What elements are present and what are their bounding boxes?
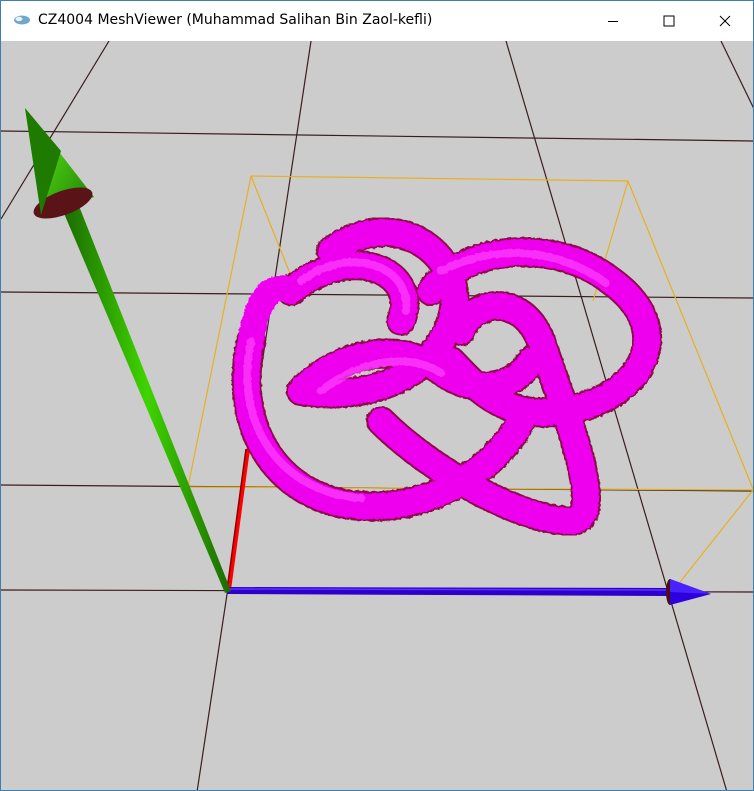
close-icon (719, 15, 731, 27)
y-axis (25, 108, 231, 593)
title-bar[interactable]: CZ4004 MeshViewer (Muhammad Salihan Bin … (1, 1, 753, 41)
grid-line (720, 40, 753, 109)
knot-mesh (231, 217, 663, 536)
maximize-icon (663, 15, 675, 27)
z-axis (226, 448, 250, 591)
app-icon (14, 15, 30, 25)
window-title: CZ4004 MeshViewer (Muhammad Salihan Bin … (38, 12, 433, 28)
grid-line (1, 130, 753, 142)
minimize-button[interactable] (585, 1, 641, 41)
app-window: CZ4004 MeshViewer (Muhammad Salihan Bin … (0, 0, 754, 791)
scene-canvas (1, 40, 753, 790)
minimize-icon (608, 21, 618, 22)
close-button[interactable] (697, 1, 753, 41)
maximize-button[interactable] (641, 1, 697, 41)
render-viewport[interactable] (1, 40, 753, 790)
x-axis (226, 579, 711, 605)
